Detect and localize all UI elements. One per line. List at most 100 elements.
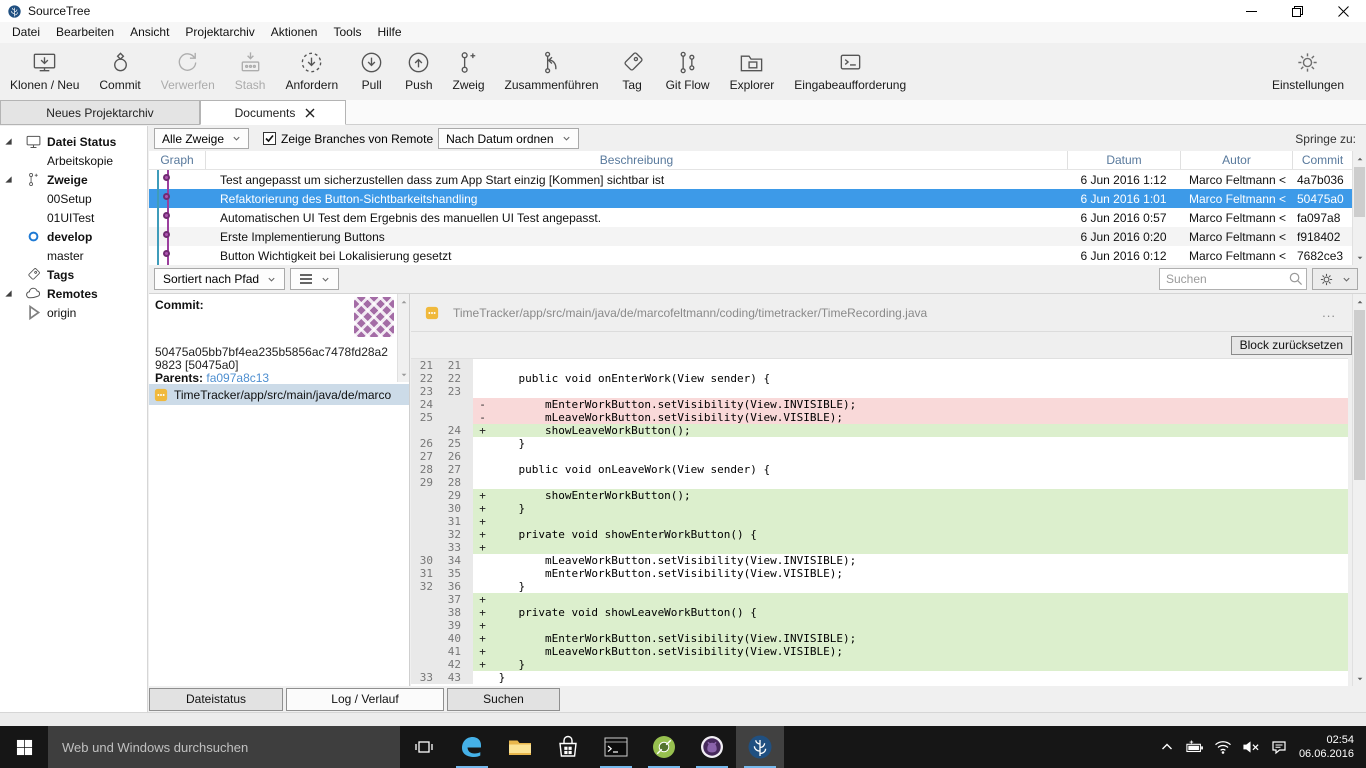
- push-button[interactable]: Push: [395, 43, 442, 100]
- volume-muted-icon[interactable]: [1242, 739, 1260, 755]
- sidebar-item-datei-status[interactable]: Datei Status: [0, 132, 147, 151]
- commit-table-scrollbar[interactable]: [1352, 151, 1366, 265]
- tab-neues-projektarchiv[interactable]: Neues Projektarchiv: [0, 100, 200, 125]
- menu-item-hilfe[interactable]: Hilfe: [370, 22, 410, 43]
- commit-row[interactable]: Automatischen UI Test dem Ergebnis des m…: [149, 208, 1352, 227]
- new-line-number: 41: [439, 645, 473, 658]
- scrollbar-thumb[interactable]: [1354, 310, 1365, 480]
- explorer-button[interactable]: Explorer: [720, 43, 785, 100]
- sort-dropdown[interactable]: Sortiert nach Pfad: [154, 268, 285, 290]
- pull-button[interactable]: Pull: [348, 43, 395, 100]
- taskbar-command-prompt[interactable]: [592, 726, 640, 768]
- column-header-commit[interactable]: Commit: [1292, 151, 1352, 169]
- menu-item-projektarchiv[interactable]: Projektarchiv: [177, 22, 262, 43]
- column-header-date[interactable]: Datum: [1067, 151, 1180, 169]
- scroll-down-icon[interactable]: [398, 367, 409, 382]
- expander-icon[interactable]: [4, 175, 19, 185]
- taskbar-sourcetree[interactable]: [736, 726, 784, 768]
- column-header-author[interactable]: Autor: [1180, 151, 1292, 169]
- commit-author: Marco Feltmann <: [1180, 170, 1292, 189]
- git-flow-button[interactable]: Git Flow: [656, 43, 720, 100]
- sidebar-item-00setup[interactable]: 00Setup: [0, 189, 147, 208]
- scrollbar-thumb[interactable]: [1354, 167, 1365, 217]
- tag-button[interactable]: Tag: [609, 43, 656, 100]
- bottom-tab-dateistatus[interactable]: Dateistatus: [149, 688, 283, 711]
- reset-block-button[interactable]: Block zurücksetzen: [1231, 336, 1352, 355]
- zusammenf-hren-button[interactable]: Zusammenführen: [495, 43, 609, 100]
- action-center-icon[interactable]: [1270, 739, 1288, 755]
- old-line-number: 24: [411, 398, 439, 411]
- diff-sign: [473, 554, 492, 567]
- graph-lane: [157, 246, 159, 265]
- sidebar-item-master[interactable]: master: [0, 246, 147, 265]
- sidebar-item-develop[interactable]: develop: [0, 227, 147, 246]
- minimize-button[interactable]: [1228, 0, 1274, 22]
- menu-item-tools[interactable]: Tools: [325, 22, 369, 43]
- file-item[interactable]: TimeTracker/app/src/main/java/de/marco: [149, 384, 409, 405]
- restore-button[interactable]: [1274, 0, 1320, 22]
- bottom-tab-suchen[interactable]: Suchen: [447, 688, 560, 711]
- commit-row[interactable]: Refaktorierung des Button-Sichtbarkeitsh…: [149, 189, 1352, 208]
- sidebar-item-01uitest[interactable]: 01UITest: [0, 208, 147, 227]
- scroll-down-icon[interactable]: [1353, 250, 1366, 265]
- parent-hash-link[interactable]: fa097a8c13: [206, 371, 269, 382]
- commit-dot-icon: [163, 193, 170, 200]
- commit-row[interactable]: Erste Implementierung Buttons6 Jun 2016 …: [149, 227, 1352, 246]
- system-tray: 02:54 06.06.2016: [1153, 726, 1366, 768]
- task-view-button[interactable]: [400, 726, 448, 768]
- view-options-dropdown[interactable]: [290, 268, 339, 290]
- sidebar-item-zweige[interactable]: Zweige: [0, 170, 147, 189]
- scroll-up-icon[interactable]: [398, 294, 409, 309]
- expander-icon[interactable]: [19, 304, 47, 321]
- diff-scrollbar[interactable]: [1352, 294, 1366, 686]
- tray-chevron-up-icon[interactable]: [1158, 739, 1176, 755]
- eingabeaufforderung-button[interactable]: Eingabeaufforderung: [784, 43, 916, 100]
- scroll-up-icon[interactable]: [1353, 151, 1366, 166]
- sidebar-item-arbeitskopie[interactable]: Arbeitskopie: [0, 151, 147, 170]
- commit-row[interactable]: Button Wichtigkeit bei Lokalisierung ges…: [149, 246, 1352, 265]
- taskbar-github[interactable]: [688, 726, 736, 768]
- detail-scrollbar[interactable]: [397, 294, 409, 382]
- battery-icon[interactable]: [1186, 739, 1204, 755]
- bottom-tab-log-verlauf[interactable]: Log / Verlauf: [286, 688, 444, 711]
- more-options-button[interactable]: ...: [1316, 305, 1342, 320]
- tab-label: Documents: [229, 106, 302, 120]
- menu-item-bearbeiten[interactable]: Bearbeiten: [48, 22, 122, 43]
- sidebar-item-label: Tags: [47, 268, 74, 282]
- taskbar-search[interactable]: Web und Windows durchsuchen: [48, 726, 400, 768]
- wifi-icon[interactable]: [1214, 739, 1232, 755]
- zweig-button[interactable]: Zweig: [443, 43, 495, 100]
- commit-graph: [149, 227, 206, 246]
- column-header-description[interactable]: Beschreibung: [206, 151, 1067, 169]
- taskbar-clock[interactable]: 02:54 06.06.2016: [1299, 733, 1354, 761]
- expander-icon[interactable]: [4, 137, 19, 147]
- anfordern-button[interactable]: Anfordern: [275, 43, 348, 100]
- scroll-down-icon[interactable]: [1353, 671, 1366, 686]
- taskbar-android-studio[interactable]: [640, 726, 688, 768]
- menu-item-ansicht[interactable]: Ansicht: [122, 22, 177, 43]
- scroll-up-icon[interactable]: [1353, 294, 1366, 309]
- file-explorer-icon: [506, 733, 534, 761]
- order-filter-dropdown[interactable]: Nach Datum ordnen: [438, 128, 578, 149]
- start-button[interactable]: [0, 726, 48, 768]
- diff-options-button[interactable]: [1312, 268, 1358, 290]
- tab-documents[interactable]: Documents: [200, 100, 346, 125]
- menu-item-datei[interactable]: Datei: [4, 22, 48, 43]
- commit-row[interactable]: Test angepasst um sicherzustellen dass z…: [149, 170, 1352, 189]
- search-input[interactable]: [1159, 268, 1307, 290]
- taskbar-file-explorer[interactable]: [496, 726, 544, 768]
- branch-filter-dropdown[interactable]: Alle Zweige: [154, 128, 249, 149]
- close-button[interactable]: [1320, 0, 1366, 22]
- settings-button[interactable]: Einstellungen: [1262, 43, 1354, 94]
- column-header-graph[interactable]: Graph: [149, 151, 206, 169]
- menu-item-aktionen[interactable]: Aktionen: [263, 22, 326, 43]
- sidebar-item-tags[interactable]: Tags: [0, 265, 147, 284]
- sidebar-item-remotes[interactable]: Remotes: [0, 284, 147, 303]
- show-remote-checkbox[interactable]: Zeige Branches von Remote: [263, 132, 433, 146]
- expander-icon[interactable]: [4, 289, 19, 299]
- klonen-neu-button[interactable]: Klonen / Neu: [0, 43, 89, 100]
- taskbar-store[interactable]: [544, 726, 592, 768]
- taskbar-edge[interactable]: [448, 726, 496, 768]
- commit-button[interactable]: Commit: [89, 43, 150, 100]
- sidebar-item-origin[interactable]: origin: [0, 303, 147, 322]
